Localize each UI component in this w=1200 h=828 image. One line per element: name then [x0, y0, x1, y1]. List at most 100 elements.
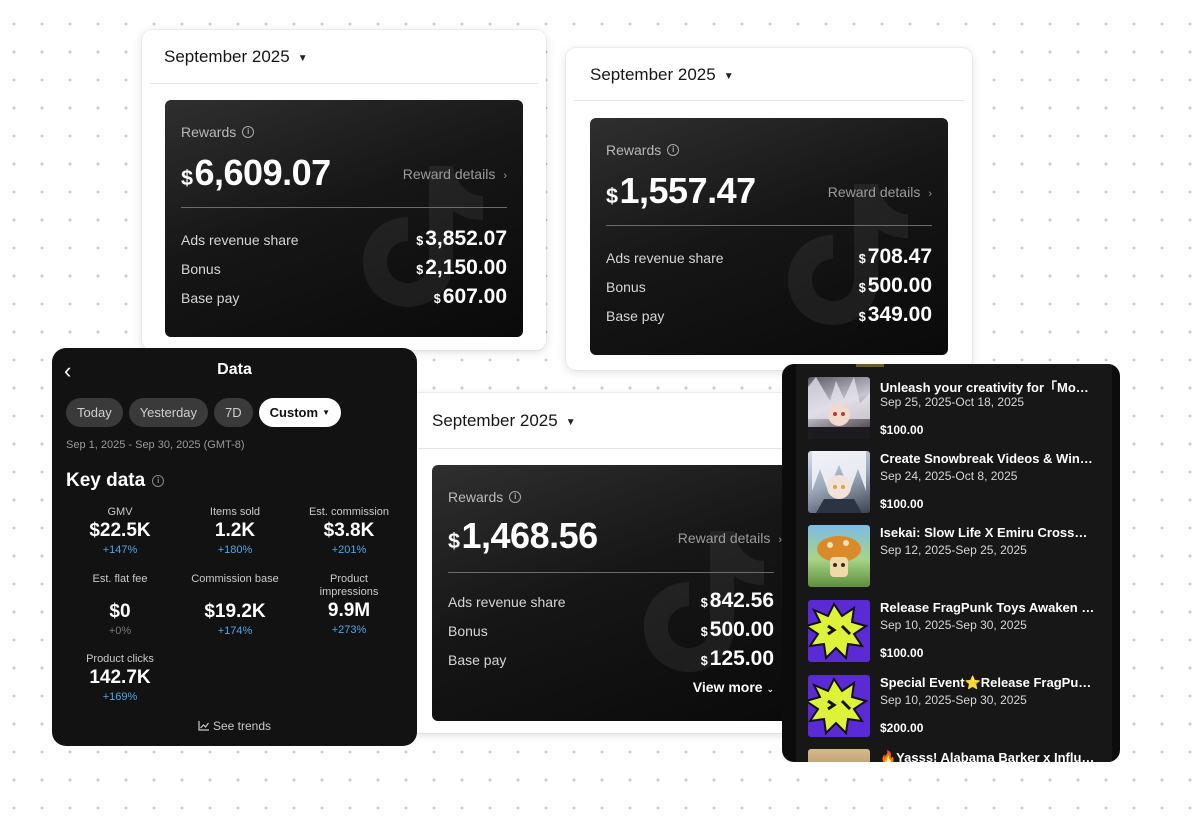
metric-product-clicks[interactable]: Product clicks 142.7K +169%: [61, 653, 179, 703]
campaign-title: Release FragPunk Toys Awaken Vi…: [880, 600, 1095, 615]
view-more-label: View more: [692, 679, 763, 695]
campaign-item[interactable]: Isekai: Slow Life X Emiru Crossov… Sep 1…: [808, 525, 1108, 595]
reward-details-link[interactable]: Reward details ›: [828, 184, 932, 200]
info-icon[interactable]: i: [242, 126, 255, 138]
rewards-label: Rewards i: [181, 124, 255, 140]
campaign-dates: Sep 24, 2025-Oct 8, 2025: [880, 469, 1018, 483]
currency-symbol: $: [858, 281, 866, 295]
metric-gmv[interactable]: GMV $22.5K +147%: [61, 506, 179, 556]
currency-symbol: $: [433, 292, 441, 306]
chevron-down-icon: ⌄: [766, 684, 774, 694]
reward-row: Base pay $125.00: [448, 647, 774, 671]
campaign-item[interactable]: Unleash your creativity for「Mon… Sep 25,…: [808, 377, 1108, 447]
campaign-reward: $100.00: [880, 497, 924, 511]
chip-custom[interactable]: Custom ▼: [258, 398, 341, 427]
reward-row: Base pay $349.00: [606, 303, 932, 327]
chip-today[interactable]: Today: [66, 398, 123, 427]
row-label: Base pay: [181, 290, 240, 306]
metric-value: $3.8K: [323, 520, 375, 541]
row-amount: 3,852.07: [425, 227, 507, 250]
chip-yesterday[interactable]: Yesterday: [128, 398, 209, 427]
view-more-button[interactable]: View more ⌄: [693, 679, 774, 695]
metric-label: Product impressions: [319, 573, 379, 598]
info-icon[interactable]: i: [667, 144, 680, 156]
rewards-panel: Rewards i $6,609.07 Reward details › Ads …: [165, 100, 523, 337]
fragpunk-logo-icon: [808, 677, 869, 736]
campaign-item[interactable]: Special Event⭐Release FragPun… Sep 10, 2…: [808, 675, 1108, 745]
campaign-thumbnail: [808, 600, 870, 662]
chevron-right-icon: ›: [928, 188, 932, 200]
metric-est-flat-fee[interactable]: Est. flat fee $0 +0%: [61, 573, 179, 637]
month-label: September 2025: [164, 47, 290, 66]
row-value: $500.00: [859, 274, 932, 298]
reward-details-link[interactable]: Reward details ›: [403, 166, 507, 182]
metric-value: 9.9M: [327, 600, 371, 621]
metric-label: GMV: [107, 506, 133, 518]
campaign-dates: Sep 12, 2025-Sep 25, 2025: [880, 543, 1027, 557]
currency-symbol: $: [700, 625, 708, 639]
total-amount: 6,609.07: [194, 152, 332, 193]
campaign-item[interactable]: 🔥Yasss! Alabama Barker x Influ…: [808, 749, 1108, 762]
row-amount: 2,150.00: [425, 256, 507, 279]
chevron-down-icon: ▼: [723, 70, 734, 82]
chip-7d[interactable]: 7D: [214, 398, 253, 427]
campaign-dates: Sep 25, 2025-Oct 18, 2025: [880, 395, 1025, 409]
campaign-item[interactable]: Release FragPunk Toys Awaken Vi… Sep 10,…: [808, 600, 1108, 670]
reward-row: Base pay $607.00: [181, 285, 507, 309]
metric-label: Commission base: [191, 573, 279, 585]
see-trends-link[interactable]: See trends: [52, 719, 417, 733]
metric-product-impressions[interactable]: Product impressions 9.9M +273%: [290, 573, 408, 636]
info-icon[interactable]: i: [152, 475, 165, 487]
campaign-item[interactable]: Create Snowbreak Videos & Win… Sep 24, 2…: [808, 451, 1108, 521]
metric-items-sold[interactable]: Items sold 1.2K +180%: [176, 506, 294, 556]
divider: [150, 83, 538, 84]
page-title: Data: [217, 361, 252, 378]
reward-details-link[interactable]: Reward details ›: [678, 530, 782, 546]
metric-value: $22.5K: [89, 520, 151, 541]
campaign-reward: $100.00: [880, 423, 924, 437]
reward-row: Ads revenue share $3,852.07: [181, 227, 507, 251]
metric-delta: +0%: [108, 625, 132, 637]
row-value: $500.00: [701, 618, 774, 642]
reward-row: Ads revenue share $842.56: [448, 589, 774, 613]
currency-symbol: $: [606, 183, 618, 208]
currency-symbol: $: [448, 528, 460, 553]
currency-symbol: $: [700, 654, 708, 668]
campaign-title: Special Event⭐Release FragPun…: [880, 675, 1095, 690]
chevron-down-icon: ▼: [565, 416, 576, 428]
rewards-total: $1,557.47: [606, 170, 756, 212]
rewards-total: $1,468.56: [448, 515, 598, 557]
mushroom-character-icon: [817, 536, 861, 577]
anime-character-icon: [808, 377, 870, 439]
date-range: Sep 1, 2025 - Sep 30, 2025 (GMT-8): [66, 439, 245, 451]
row-amount: 349.00: [867, 303, 932, 326]
row-amount: 842.56: [709, 589, 774, 612]
divider: [418, 448, 802, 449]
reward-row: Bonus $2,150.00: [181, 256, 507, 280]
campaign-title: Isekai: Slow Life X Emiru Crossov…: [880, 525, 1095, 540]
row-label: Base pay: [606, 308, 665, 324]
campaign-title: Unleash your creativity for「Mon…: [880, 380, 1095, 395]
row-amount: 500.00: [867, 274, 932, 297]
campaign-thumbnail: [808, 377, 870, 439]
rewards-label-text: Rewards: [448, 489, 504, 505]
currency-symbol: $: [416, 263, 424, 277]
row-value: $3,852.07: [416, 227, 507, 251]
month-selector[interactable]: September 2025 ▼: [164, 47, 308, 67]
row-value: $125.00: [701, 647, 774, 671]
chevron-right-icon: ›: [503, 170, 507, 182]
currency-symbol: $: [858, 252, 866, 266]
reward-details-label: Reward details: [827, 184, 921, 200]
reward-details-label: Reward details: [677, 530, 771, 546]
month-selector[interactable]: September 2025 ▼: [432, 411, 576, 431]
metric-commission-base[interactable]: Commission base $19.2K +174%: [176, 573, 294, 637]
info-icon[interactable]: i: [509, 491, 522, 503]
divider: [448, 572, 774, 573]
key-data-heading: Key data i: [66, 470, 165, 492]
campaign-thumbnail: [808, 525, 870, 587]
campaign-thumbnail: [808, 675, 870, 737]
row-amount: 607.00: [442, 285, 507, 308]
see-trends-label: See trends: [212, 719, 272, 733]
month-selector[interactable]: September 2025 ▼: [590, 65, 734, 85]
metric-est-commission[interactable]: Est. commission $3.8K +201%: [290, 506, 408, 556]
